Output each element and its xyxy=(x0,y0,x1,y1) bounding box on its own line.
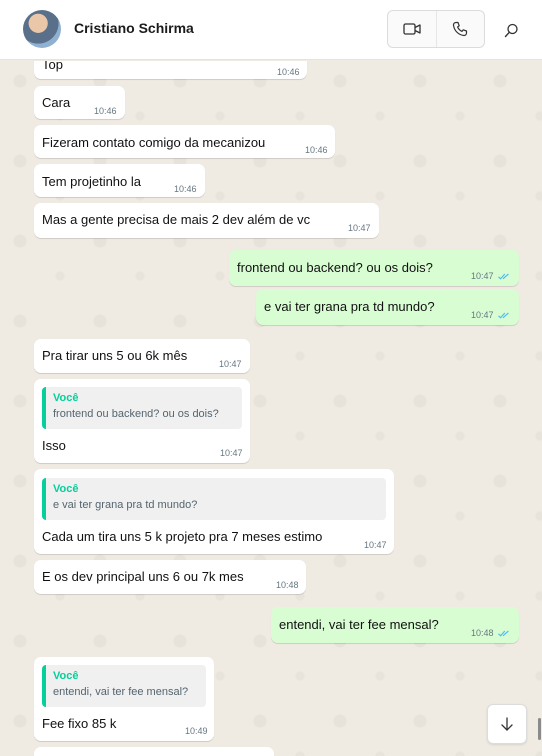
quoted-author: Você xyxy=(53,392,79,404)
message-list[interactable]: Top 10:46 Cara 10:46 Fizeram contato com… xyxy=(0,61,542,756)
arrow-down-icon xyxy=(501,717,513,731)
read-receipt-icon xyxy=(498,630,509,637)
quoted-author: Você xyxy=(53,670,79,682)
quoted-text: e vai ter grana pra td mundo? xyxy=(53,499,198,511)
message-time: 10:47 xyxy=(348,223,371,233)
scrollbar-thumb[interactable] xyxy=(538,718,541,740)
message-time: 10:48 xyxy=(276,580,299,590)
message-text: Isso xyxy=(42,438,66,453)
message-text: e vai ter grana pra td mundo? xyxy=(264,299,435,314)
message-time: 10:47 xyxy=(364,540,387,550)
message-outgoing[interactable]: frontend ou backend? ou os dois? 10:47 xyxy=(229,250,519,286)
video-call-button[interactable] xyxy=(388,11,436,47)
message-time: 10:46 xyxy=(277,67,300,77)
quoted-message[interactable]: Você entendi, vai ter fee mensal? xyxy=(42,665,206,707)
message-incoming[interactable]: Tem projetinho la 10:46 xyxy=(34,164,205,197)
read-receipt-icon xyxy=(498,312,509,319)
quoted-author: Você xyxy=(53,483,79,495)
message-time: 10:46 xyxy=(174,184,197,194)
message-time: 10:47 xyxy=(219,359,242,369)
quoted-message[interactable]: Você frontend ou backend? ou os dois? xyxy=(42,387,242,429)
message-incoming-reply[interactable]: Você e vai ter grana pra td mundo? Cada … xyxy=(34,469,394,554)
quoted-text: entendi, vai ter fee mensal? xyxy=(53,686,189,698)
video-camera-icon xyxy=(403,23,421,35)
message-time: 10:46 xyxy=(94,106,117,116)
message-time: 10:48 xyxy=(471,628,494,638)
message-text: Mas a gente precisa de mais 2 dev além d… xyxy=(42,212,311,227)
search-icon xyxy=(504,23,518,37)
chat-header: Cristiano Schirma xyxy=(0,0,542,60)
message-text: Tem projetinho la xyxy=(42,174,141,189)
message-incoming[interactable]: Pra tirar uns 5 ou 6k mês 10:47 xyxy=(34,339,250,373)
message-time: 10:47 xyxy=(220,448,243,458)
message-text: Top xyxy=(42,61,63,72)
message-incoming[interactable] xyxy=(34,747,274,756)
scroll-to-bottom-button[interactable] xyxy=(487,704,527,744)
message-incoming-reply[interactable]: Você frontend ou backend? ou os dois? Is… xyxy=(34,379,250,463)
message-outgoing[interactable]: e vai ter grana pra td mundo? 10:47 xyxy=(256,289,519,325)
read-receipt-icon xyxy=(498,273,509,280)
message-text: Cara xyxy=(42,95,71,110)
message-time: 10:47 xyxy=(471,310,494,320)
message-text: Fee fixo 85 k xyxy=(42,716,117,731)
message-time: 10:49 xyxy=(185,726,208,736)
phone-icon xyxy=(453,21,468,37)
message-text: Cada um tira uns 5 k projeto pra 7 meses… xyxy=(42,529,323,544)
message-outgoing[interactable]: entendi, vai ter fee mensal? 10:48 xyxy=(271,607,519,643)
message-incoming-reply[interactable]: Você entendi, vai ter fee mensal? Fee fi… xyxy=(34,657,214,741)
quoted-message[interactable]: Você e vai ter grana pra td mundo? xyxy=(42,478,386,520)
message-text: entendi, vai ter fee mensal? xyxy=(279,617,439,632)
message-incoming[interactable]: Cara 10:46 xyxy=(34,86,125,119)
avatar[interactable] xyxy=(23,10,61,48)
voice-call-button[interactable] xyxy=(435,11,485,47)
search-button[interactable] xyxy=(498,17,524,43)
message-time: 10:46 xyxy=(305,145,328,155)
message-text: frontend ou backend? ou os dois? xyxy=(237,260,433,275)
message-incoming[interactable]: E os dev principal uns 6 ou 7k mes 10:48 xyxy=(34,560,306,594)
message-incoming[interactable]: Fizeram contato comigo da mecanizou 10:4… xyxy=(34,125,335,158)
call-button-group xyxy=(387,10,485,48)
message-incoming[interactable]: Mas a gente precisa de mais 2 dev além d… xyxy=(34,203,379,238)
message-text: Pra tirar uns 5 ou 6k mês xyxy=(42,348,188,363)
message-time: 10:47 xyxy=(471,271,494,281)
message-text: E os dev principal uns 6 ou 7k mes xyxy=(42,569,244,584)
contact-name[interactable]: Cristiano Schirma xyxy=(74,20,194,36)
quoted-text: frontend ou backend? ou os dois? xyxy=(53,408,219,420)
message-incoming[interactable]: Top 10:46 xyxy=(34,61,307,79)
message-text: Fizeram contato comigo da mecanizou xyxy=(42,135,266,150)
